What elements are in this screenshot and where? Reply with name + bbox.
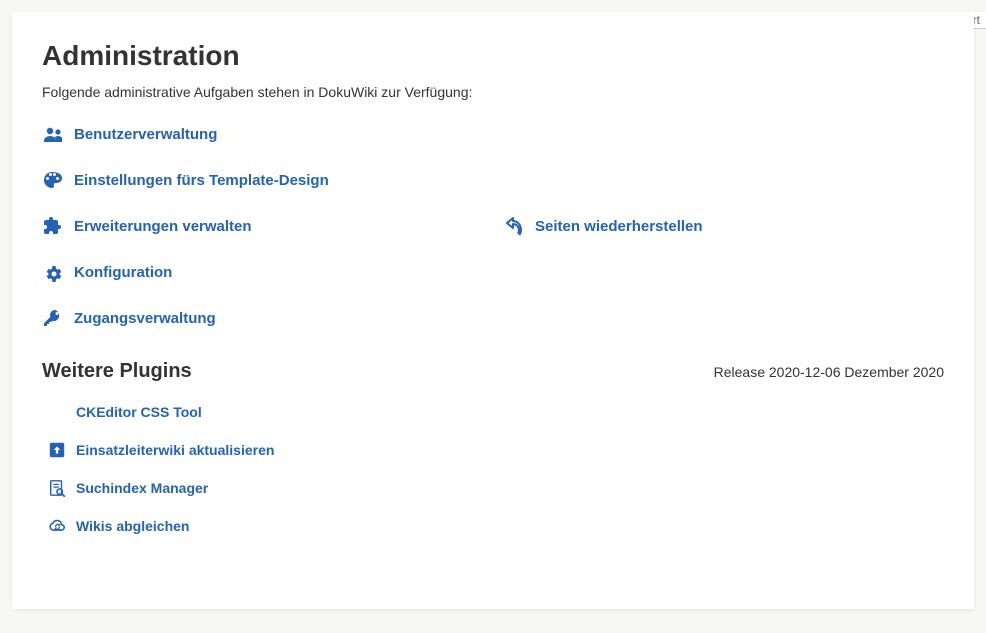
plugin-link-label: Suchindex Manager [76, 480, 208, 496]
plugin-link-label: Wikis abgleichen [76, 518, 189, 534]
admin-link-user-management[interactable]: Benutzerverwaltung [42, 124, 483, 144]
release-info: Release 2020-12-06 Dezember 2020 [714, 364, 944, 380]
intro-text: Folgende administrative Aufgaben stehen … [42, 84, 944, 100]
admin-tasks-left: Benutzerverwaltung Einstellungen fürs Te… [42, 124, 483, 328]
plugins-list: CKEditor CSS Tool Einsatzleiterwiki aktu… [42, 403, 944, 535]
admin-link-template-design[interactable]: Einstellungen fürs Template-Design [42, 170, 483, 190]
admin-link-extensions[interactable]: Erweiterungen verwalten [42, 216, 483, 236]
gear-icon [42, 262, 62, 282]
admin-link-label: Konfiguration [74, 264, 172, 281]
plugin-link-einsatzleiterwiki-update[interactable]: Einsatzleiterwiki aktualisieren [42, 441, 944, 459]
doc-search-icon [48, 479, 66, 497]
admin-link-configuration[interactable]: Konfiguration [42, 262, 483, 282]
admin-link-label: Zugangsverwaltung [74, 310, 216, 327]
admin-link-access-control[interactable]: Zugangsverwaltung [42, 308, 483, 328]
admin-tasks-right: Seiten wiederherstellen [503, 124, 944, 328]
admin-link-restore-pages[interactable]: Seiten wiederherstellen [503, 216, 703, 236]
plugin-link-label: CKEditor CSS Tool [76, 404, 202, 420]
plugin-link-searchindex-manager[interactable]: Suchindex Manager [42, 479, 944, 497]
page-title: Administration [42, 40, 944, 72]
plugin-link-wiki-sync[interactable]: Wikis abgleichen [42, 517, 944, 535]
undo-icon [503, 216, 523, 236]
admin-tasks-columns: Benutzerverwaltung Einstellungen fürs Te… [42, 124, 944, 328]
plugins-header-row: Weitere Plugins Release 2020-12-06 Dezem… [42, 360, 944, 383]
plugin-link-label: Einsatzleiterwiki aktualisieren [76, 442, 274, 458]
admin-page-card: Administration Folgende administrative A… [12, 12, 974, 609]
plugin-link-ckeditor-css[interactable]: CKEditor CSS Tool [42, 403, 944, 421]
upload-box-icon [48, 441, 66, 459]
admin-link-label: Benutzerverwaltung [74, 126, 217, 143]
palette-icon [42, 170, 62, 190]
puzzle-icon [42, 216, 62, 236]
users-icon [42, 124, 62, 144]
plugins-heading: Weitere Plugins [42, 360, 192, 383]
admin-link-label: Erweiterungen verwalten [74, 218, 252, 235]
admin-link-label: Seiten wiederherstellen [535, 218, 703, 235]
key-icon [42, 308, 62, 328]
admin-link-label: Einstellungen fürs Template-Design [74, 172, 329, 189]
cloud-sync-icon [48, 517, 66, 535]
